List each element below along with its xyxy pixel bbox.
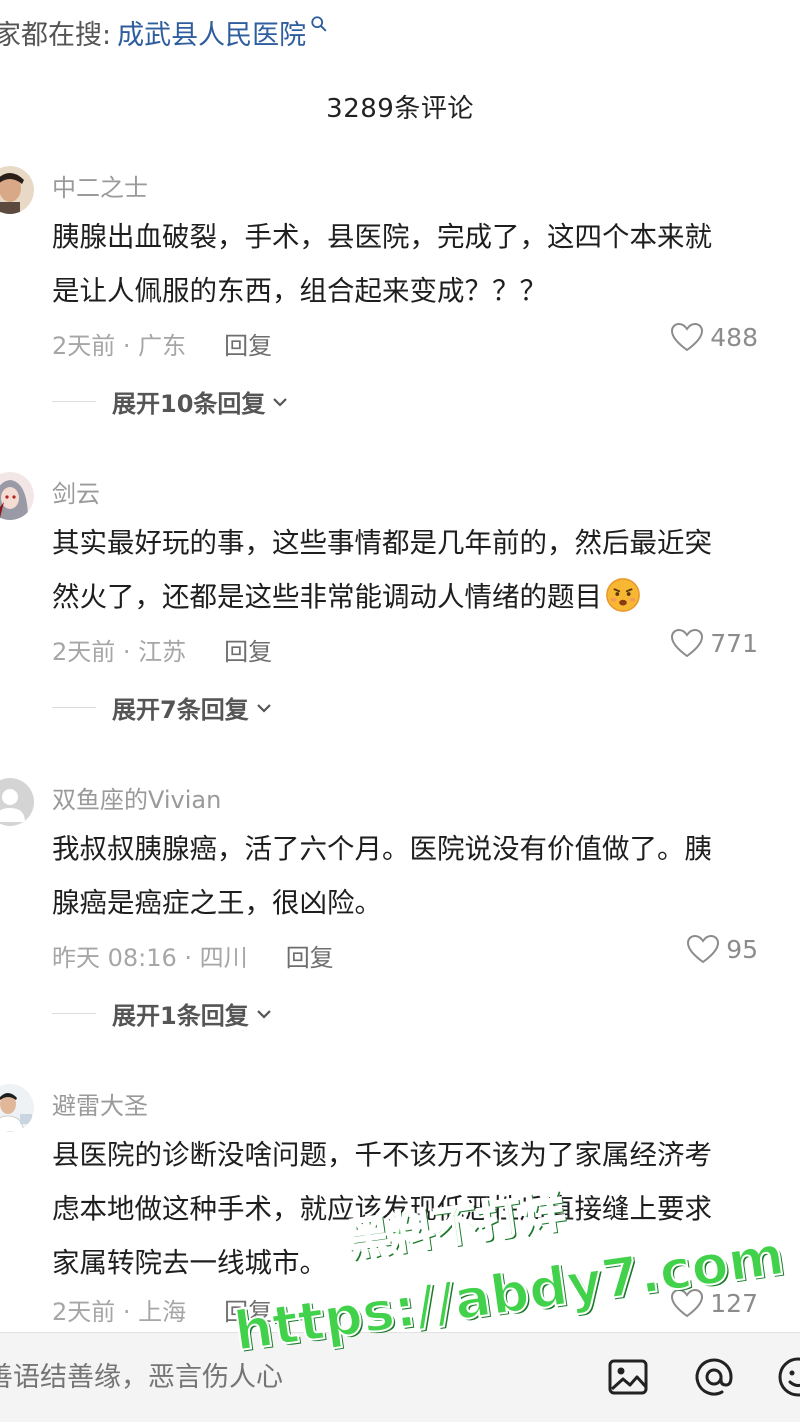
comments-page: 家都在搜: 成武县人民医院 3289条评论 中二之士 胰腺出血破裂，手术，县医院… [0, 0, 800, 1422]
comment-text-line: 腺癌是癌症之王，很凶险。 [52, 887, 382, 919]
chevron-down-icon [273, 397, 288, 407]
like-count: 488 [710, 322, 758, 352]
comment-username[interactable]: 剑云 [52, 474, 100, 509]
heart-icon [671, 1288, 704, 1318]
like-count: 95 [726, 934, 758, 964]
comment-text-line: 然火了，还都是这些非常能调动人情绪的题目 [52, 570, 800, 624]
comment-meta: 昨天 08:16 · 四川 回复 [52, 938, 334, 973]
chevron-down-icon [256, 1009, 271, 1019]
search-icon [311, 16, 327, 32]
comment-username[interactable]: 中二之士 [52, 168, 148, 203]
avatar[interactable] [0, 472, 34, 520]
avatar[interactable] [0, 778, 34, 826]
comment-text-line: 胰腺出血破裂，手术，县医院，完成了，这四个本来就 [52, 221, 712, 253]
expand-replies-label: 展开10条回复 [112, 390, 266, 418]
comment-time-location: 2天前 · 江苏 [52, 638, 187, 666]
comment-text-line: 是让人佩服的东西，组合起来变成？？？ [52, 275, 547, 307]
like-button[interactable]: 488 [670, 322, 758, 352]
emoji-icon [606, 578, 640, 612]
comment-input[interactable] [0, 1349, 546, 1405]
comment-item: 避雷大圣 县医院的诊断没啥问题，千不该万不该为了家属经济考 虑本地做这种手术，就… [0, 1084, 800, 1334]
like-button[interactable]: 127 [670, 1288, 758, 1318]
comment-text-line-content: 然火了，还都是这些非常能调动人情绪的题目 [52, 581, 602, 613]
heart-icon [671, 322, 704, 352]
search-suggestion-prefix: 家都在搜: [0, 19, 112, 51]
at-icon[interactable] [692, 1355, 736, 1399]
divider-line [52, 1013, 96, 1014]
expand-replies-button[interactable]: 展开10条回复 [52, 384, 289, 419]
comment-username[interactable]: 双鱼座的Vivian [52, 780, 221, 815]
comment-input-bar [0, 1332, 800, 1422]
reply-button[interactable]: 回复 [286, 938, 334, 973]
reply-button[interactable]: 回复 [224, 326, 272, 361]
comment-text-line: 家属转院去一线城市。 [52, 1247, 327, 1279]
comment-meta: 2天前 · 江苏 回复 [52, 632, 272, 667]
comment-time-location: 2天前 · 上海 [52, 1298, 187, 1326]
comment-time-location: 2天前 · 广东 [52, 332, 187, 360]
reply-button[interactable]: 回复 [224, 632, 272, 667]
expand-replies-button[interactable]: 展开1条回复 [52, 996, 273, 1031]
emoji-icon[interactable] [776, 1355, 800, 1399]
comment-text: 我叔叔胰腺癌，活了六个月。医院说没有价值做了。胰 腺癌是癌症之王，很凶险。 [52, 822, 800, 930]
comment-count-title: 3289条评论 [326, 94, 474, 124]
comment-text: 其实最好玩的事，这些事情都是几年前的，然后最近突 然火了，还都是这些非常能调动人… [52, 516, 800, 624]
comment-username[interactable]: 避雷大圣 [52, 1086, 148, 1121]
divider-line [52, 401, 96, 402]
like-button[interactable]: 95 [686, 934, 758, 964]
chevron-down-icon [256, 703, 271, 713]
comment-text-line: 县医院的诊断没啥问题，千不该万不该为了家属经济考 [52, 1139, 712, 1171]
search-suggestion-term[interactable]: 成武县人民医院 [117, 13, 306, 52]
comment-item: 双鱼座的Vivian 我叔叔胰腺癌，活了六个月。医院说没有价值做了。胰 腺癌是癌… [0, 778, 800, 1048]
search-suggestion[interactable]: 家都在搜: 成武县人民医院 [0, 10, 328, 54]
like-count: 771 [710, 628, 758, 658]
heart-icon [687, 934, 720, 964]
like-count: 127 [710, 1288, 758, 1318]
avatar[interactable] [0, 166, 34, 214]
divider-line [52, 707, 96, 708]
expand-replies-button[interactable]: 展开7条回复 [52, 690, 273, 725]
comment-text-line: 我叔叔胰腺癌，活了六个月。医院说没有价值做了。胰 [52, 833, 712, 865]
comment-item: 剑云 其实最好玩的事，这些事情都是几年前的，然后最近突 然火了，还都是这些非常能… [0, 472, 800, 742]
comment-item: 中二之士 胰腺出血破裂，手术，县医院，完成了，这四个本来就 是让人佩服的东西，组… [0, 166, 800, 436]
comment-text: 胰腺出血破裂，手术，县医院，完成了，这四个本来就 是让人佩服的东西，组合起来变成… [52, 210, 800, 318]
expand-replies-label: 展开1条回复 [112, 1002, 249, 1030]
comment-meta: 2天前 · 广东 回复 [52, 326, 272, 361]
expand-replies-label: 展开7条回复 [112, 696, 249, 724]
reply-button[interactable]: 回复 [224, 1292, 272, 1327]
image-icon[interactable] [606, 1355, 650, 1399]
heart-icon [671, 628, 704, 658]
like-button[interactable]: 771 [670, 628, 758, 658]
avatar[interactable] [0, 1084, 34, 1132]
comment-text-line: 其实最好玩的事，这些事情都是几年前的，然后最近突 [52, 527, 712, 559]
comment-meta: 2天前 · 上海 回复 [52, 1292, 272, 1327]
comment-text-line: 虑本地做这种手术，就应该发现低恶性后直接缝上要求 [52, 1193, 712, 1225]
comment-text: 县医院的诊断没啥问题，千不该万不该为了家属经济考 虑本地做这种手术，就应该发现低… [52, 1128, 800, 1290]
comment-time-location: 昨天 08:16 · 四川 [52, 944, 248, 972]
